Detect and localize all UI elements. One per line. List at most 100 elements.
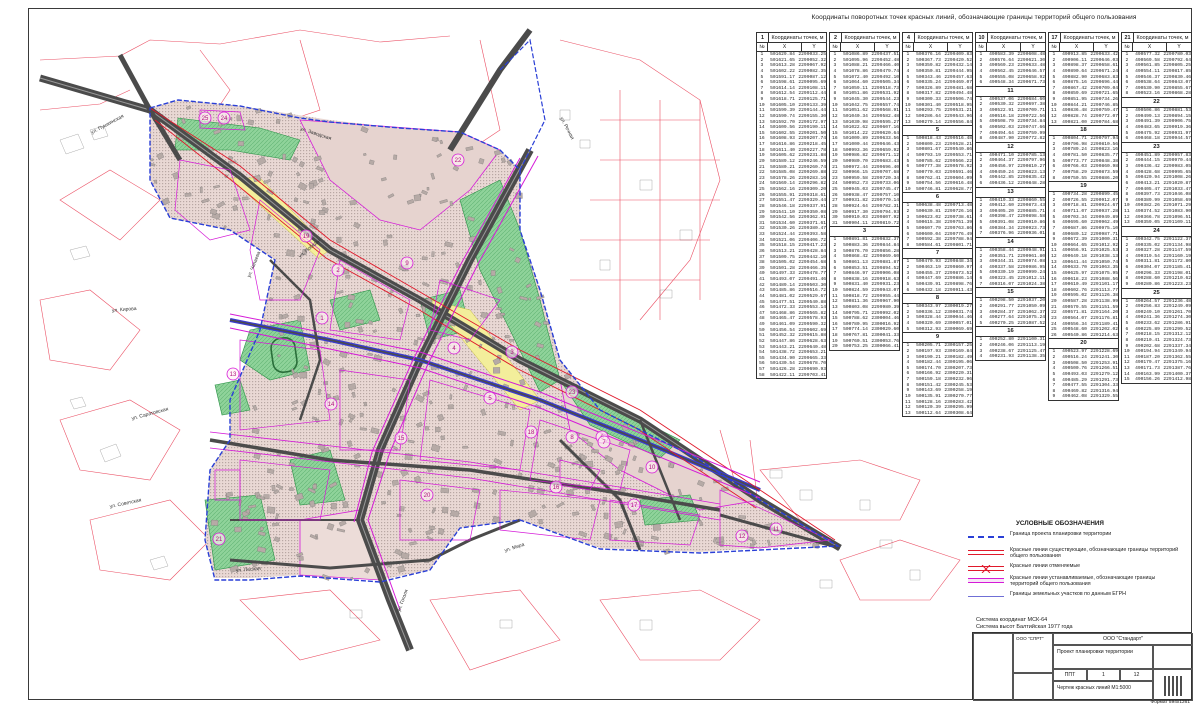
column-header-y: Y (1177, 44, 1181, 50)
cell-x: 490231.93 (989, 354, 1014, 360)
cell-y: 2299911.43 (944, 287, 972, 293)
table-rows: 1 500376.16 2299409.83 2 500367.73 2299420.52… (903, 52, 972, 125)
building (268, 297, 273, 302)
cell-y: 2291214.63 (1090, 332, 1118, 338)
building (331, 503, 337, 510)
table-rows: 1 490734.28 2290899.45 2 490726.55 2290912.07… (1049, 192, 1118, 338)
building (396, 327, 403, 332)
cell-x: 490436.12 (989, 180, 1014, 186)
coordinate-table-1: 1 Координаты точек, м № X Y 1 501629.84 2299033… (756, 32, 827, 380)
building (504, 335, 510, 339)
legend-text: Красные линии существующие, обозначающие… (1010, 547, 1179, 560)
building (435, 427, 441, 433)
table-row: 10 500746.81 2299628.77 (903, 187, 972, 193)
stamp-subtitle-cell: Чертеж красных линий М1:5000 (1053, 681, 1153, 701)
table-row: 8 500584.61 2299801.71 (903, 243, 972, 249)
cell-y: 2290848.28 (1017, 180, 1045, 186)
building (273, 233, 280, 238)
table-row: 4 490231.93 2291138.35 (976, 354, 1045, 360)
cell-y: 2290886.20 (1090, 175, 1118, 181)
column-header-y: Y (1104, 44, 1108, 50)
column-header-y: Y (1031, 44, 1035, 50)
zone-label: 22 (455, 158, 462, 164)
building (382, 239, 388, 246)
building (184, 192, 192, 197)
table-row: 9 490280.86 2291223.23 (1122, 282, 1191, 288)
coordinate-tables: Координаты поворотных точек красных лини… (756, 14, 1192, 442)
title-block: ООО "СПРТ" ООО "Стандарт" Проект планиро… (972, 632, 1193, 701)
zone-label: 16 (553, 485, 560, 491)
qr-code-icon (1164, 676, 1184, 696)
table-section-label: 16 (976, 326, 1045, 338)
table-section-label: 9 (903, 332, 972, 344)
cell-x: 500904.11 (843, 220, 868, 226)
table-row: 31 500904.11 2299819.72 (830, 221, 899, 227)
building (236, 115, 242, 122)
table-section-label: 25 (1122, 287, 1191, 299)
cell-x: 500312.93 (916, 326, 941, 332)
table-section-label: 13 (976, 186, 1045, 198)
building (449, 201, 453, 207)
table-rows: 1 500891.81 2299832.37 2 500883.36 2299844.84… (830, 237, 899, 350)
table-rows: 1 490419.33 2290860.55 2 490412.60 2290873.43… (976, 198, 1045, 237)
legend-swatch-thin-violet (968, 596, 1004, 597)
building (233, 197, 239, 201)
building (318, 210, 326, 215)
table-rows: 1 490264.57 2291236.48 2 490256.83 2291249.09… (1122, 299, 1191, 383)
column-header-x: X (1133, 43, 1167, 51)
building (266, 506, 276, 514)
building (425, 426, 429, 431)
building (603, 512, 609, 519)
cell-x: 490750.55 (1062, 175, 1087, 181)
cell-y: 2291024.38 (1017, 281, 1045, 287)
cell-n: 7 (979, 231, 983, 237)
cell-n: 26 (1051, 332, 1057, 338)
cell-y: 2299556.84 (944, 119, 972, 125)
cross-icon (981, 565, 991, 573)
stamp-sheet: 1 (1087, 669, 1120, 681)
column-header-x: X (768, 43, 802, 51)
zone-label: 18 (528, 430, 535, 436)
table-row: 6 490436.12 2290848.28 (976, 181, 1045, 187)
building (442, 506, 449, 514)
table-row: 20 500753.25 2300066.41 (830, 344, 899, 350)
legend-swatch-dash-blue (968, 536, 1004, 538)
building (492, 337, 496, 340)
building (428, 525, 435, 530)
cell-y: 2290936.01 (1017, 231, 1045, 237)
legend-text: Граница проекта планировки территории (1010, 531, 1112, 537)
cell-x: 490540.86 (1062, 332, 1087, 338)
building (297, 315, 305, 322)
cell-n: 6 (979, 80, 983, 86)
table-row: 15 490156.26 2291412.98 (1122, 377, 1191, 383)
building (347, 294, 356, 301)
cell-x: 500746.81 (916, 186, 941, 192)
building (509, 338, 515, 342)
street-label: ул. Чапаева (246, 250, 262, 278)
building (386, 234, 393, 239)
cell-y: 2299628.77 (944, 186, 972, 192)
building (310, 218, 316, 225)
cell-y: 2299703.41 (798, 372, 826, 378)
building (312, 484, 317, 490)
table-section-label: 19 (1049, 181, 1118, 193)
cell-n: 13 (1051, 119, 1057, 125)
cell-x: 490462.08 (1062, 394, 1087, 400)
zone-label: 25 (202, 116, 209, 122)
cell-y: 2299819.72 (871, 220, 899, 226)
table-rows: 1 500470.93 2299848.34 2 500463.19 2299860.97… (903, 259, 972, 293)
table-row: 6 490468.18 2290944.57 (1122, 136, 1191, 142)
table-caption: Координаты точек, м (917, 34, 970, 41)
cell-n: 20 (832, 344, 838, 350)
cell-y: 2290772.82 (1017, 136, 1045, 142)
building (478, 280, 482, 286)
column-header-n: № (1122, 43, 1133, 51)
cell-x: 490280.86 (1135, 281, 1160, 287)
cell-n: 6 (1125, 136, 1129, 142)
legend-item: Красные линии устанавливаемые, обозначаю… (968, 574, 1184, 588)
table-row: 13 490359.05 2291109.11 (1122, 220, 1191, 226)
coordinate-table-21: 21 Координаты точек, м № X Y 1 490577.32 229078… (1121, 32, 1192, 384)
building (242, 196, 249, 201)
column-header-y: Y (958, 44, 962, 50)
building (396, 513, 402, 517)
